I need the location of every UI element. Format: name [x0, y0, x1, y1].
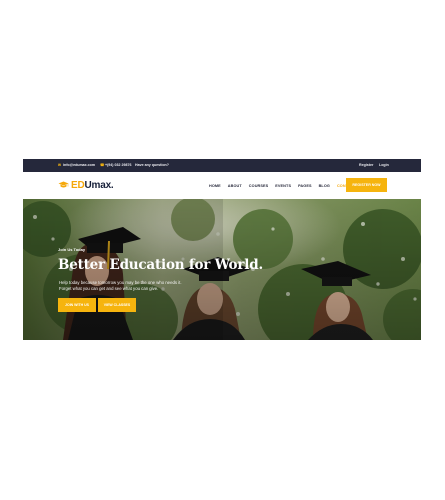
phone-icon: ☎ — [100, 162, 105, 167]
nav-blog[interactable]: BLOG — [319, 184, 330, 188]
top-bar: ✉ info@edumax.com ☎+(94) 032 29876 Have a… — [23, 159, 421, 172]
join-with-us-button[interactable]: JOIN WITH US — [58, 298, 96, 312]
register-link[interactable]: Register — [359, 159, 373, 172]
email-link[interactable]: ✉ info@edumax.com — [58, 159, 95, 172]
website-preview: ✉ info@edumax.com ☎+(94) 032 29876 Have a… — [23, 159, 421, 340]
nav-about[interactable]: ABOUT — [228, 184, 242, 188]
email-icon: ✉ — [58, 162, 62, 167]
main-nav: HOME ABOUT COURSES EVENTS PAGES BLOG CON… — [209, 172, 363, 199]
main-header: EDUmax. HOME ABOUT COURSES EVENTS PAGES … — [23, 172, 421, 199]
graduation-cap-logo-icon — [58, 181, 69, 188]
hero-description: Help today because tomorrow you may be t… — [59, 280, 209, 293]
login-link[interactable]: Login — [379, 159, 389, 172]
hero-eyebrow: Join Us Today — [58, 247, 86, 252]
hero-banner: Join Us Today Better Education for World… — [23, 199, 421, 340]
nav-events[interactable]: EVENTS — [275, 184, 291, 188]
nav-courses[interactable]: COURSES — [249, 184, 268, 188]
email-text: info@edumax.com — [63, 163, 96, 167]
logo-text: EDUmax. — [71, 180, 114, 191]
hero-headline: Better Education for World. — [58, 257, 263, 273]
view-classes-button[interactable]: VIEW CLASSES — [98, 298, 136, 312]
nav-pages[interactable]: PAGES — [298, 184, 312, 188]
logo-text-main: Umax. — [84, 179, 114, 191]
phone-text: +(94) 032 29876 — [105, 163, 132, 167]
phone-link[interactable]: ☎+(94) 032 29876 — [100, 159, 131, 172]
logo-text-accent: ED — [71, 179, 85, 191]
nav-home[interactable]: HOME — [209, 184, 221, 188]
register-now-button[interactable]: REGISTER NOW — [346, 178, 387, 192]
hero-description-line-2: Forget what you can get and see what you… — [59, 286, 159, 292]
site-logo[interactable]: EDUmax. — [58, 179, 114, 191]
question-text: Have any question? — [135, 163, 169, 167]
